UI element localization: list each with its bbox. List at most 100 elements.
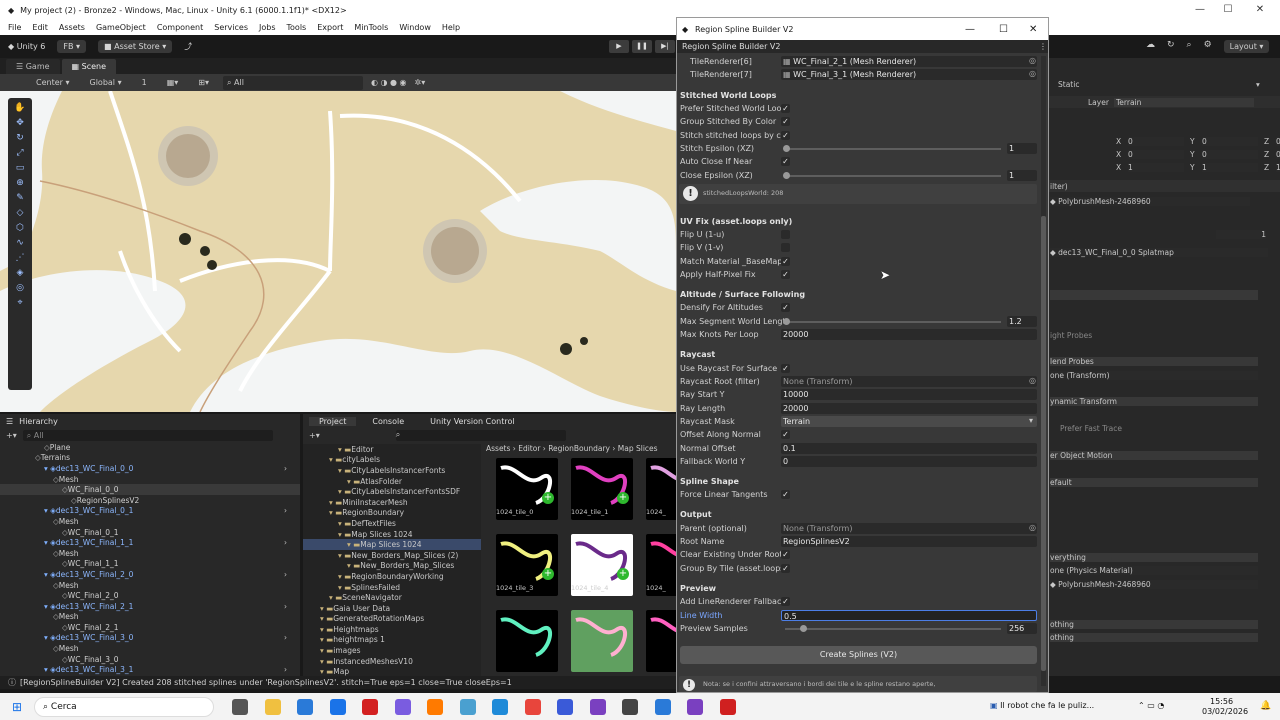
folder-item[interactable]: ▾ ▬ GeneratedRotationMaps [303, 614, 481, 625]
vector-field[interactable]: 0 [1202, 136, 1258, 146]
notes-icon[interactable] [459, 699, 476, 715]
max-segment-slider[interactable] [785, 321, 1001, 323]
hierarchy-item[interactable]: ◇ WC_Final_0_1 [0, 527, 300, 538]
object-picker-icon[interactable]: ◎ [1029, 56, 1036, 65]
slider-value[interactable]: 1 [1007, 170, 1037, 181]
physics-material-field[interactable]: one (Physics Material) [1050, 565, 1258, 575]
task-view-icon[interactable] [232, 699, 248, 715]
tile-renderer-field[interactable]: ▦ WC_Final_2_1 (Mesh Renderer) [781, 56, 1037, 67]
folder-item[interactable]: ▾ ▬ RegionBoundary [303, 508, 481, 519]
folder-item[interactable]: ▾ ▬ Editor [303, 444, 481, 455]
blend-probes-dropdown[interactable]: lend Probes [1050, 356, 1258, 366]
folder-item[interactable]: ▾ ▬ SceneNavigator [303, 592, 481, 603]
version-control-icon[interactable]: ⤴ [184, 41, 192, 52]
bell-icon[interactable]: 🔔 [1260, 701, 1271, 711]
scale-tool-icon[interactable]: ⤢ [12, 147, 28, 160]
vs-icon[interactable] [589, 699, 606, 715]
splatmap-field[interactable]: ◆ dec13_WC_Final_0_0 Splatmap [1050, 247, 1268, 257]
layers-dropdown[interactable]: verything [1050, 552, 1258, 562]
asset-thumbnail[interactable] [496, 610, 558, 672]
checkbox[interactable] [781, 230, 790, 239]
snap-icon[interactable]: ⊞▾ [192, 76, 215, 89]
folder-item[interactable]: ▾ ▬ images [303, 645, 481, 656]
chevron-right-icon[interactable]: › [284, 633, 287, 642]
menu-item-file[interactable]: File [8, 23, 21, 32]
firefox-icon[interactable] [427, 699, 443, 715]
hierarchy-item[interactable]: ◇ Mesh [0, 612, 300, 623]
folder-item[interactable]: ▾ ▬ AtlasFolder [303, 476, 481, 487]
count-field[interactable]: 1 [1216, 229, 1266, 239]
close-icon[interactable]: ✕ [1244, 0, 1276, 20]
notification-text[interactable]: ▣ Il robot che fa le puliz... [990, 701, 1094, 710]
folder-item[interactable]: ▾ ▬ MiniInstacerMesh [303, 497, 481, 508]
slider-knob[interactable] [783, 318, 790, 325]
checkbox[interactable]: ✓ [781, 430, 790, 439]
breadcrumb-item[interactable]: RegionBoundary [548, 444, 610, 453]
exclude-dropdown[interactable]: othing [1050, 632, 1258, 642]
vector-field[interactable]: 1 [1276, 162, 1280, 172]
asset-thumbnail[interactable]: +1024_tile_3 [496, 534, 558, 596]
menu-item-export[interactable]: Export [317, 23, 343, 32]
shading-icon[interactable]: ◐ ◑ ● ◉ [371, 78, 407, 87]
hierarchy-item[interactable]: ▾ ◈ dec13_WC_Final_1_1 › [0, 537, 300, 548]
hierarchy-item[interactable]: ▾ ◈ dec13_WC_Final_3_0 › [0, 633, 300, 644]
folder-item[interactable]: ▾ ▬ New_Borders_Map_Slices (2) [303, 550, 481, 561]
hierarchy-item[interactable]: ▾ ◈ dec13_WC_Final_2_0 › [0, 569, 300, 580]
menu-item-assets[interactable]: Assets [59, 23, 85, 32]
pause-button[interactable]: ❚❚ [632, 40, 652, 53]
unity-hub-icon[interactable] [622, 699, 638, 715]
hierarchy-item[interactable]: ◇ Terrains [0, 453, 300, 464]
rsb-tab[interactable]: Region Spline Builder V2 ⋮ [677, 40, 1048, 53]
hierarchy-item[interactable]: ◇ WC_Final_1_1 [0, 559, 300, 570]
rect-tool-icon[interactable]: ▭ [12, 162, 28, 175]
fallback-y-field[interactable]: 0 [781, 456, 1037, 467]
checkbox[interactable]: ✓ [781, 597, 790, 606]
hierarchy-item[interactable]: ◇ RegionSplinesV2 [0, 495, 300, 506]
transform-tool-icon[interactable]: ⊕ [12, 177, 28, 190]
chrome-icon[interactable] [524, 699, 541, 715]
scene-search-input[interactable]: ⌕ All [222, 75, 363, 90]
checkbox[interactable]: ✓ [781, 550, 790, 559]
vector-field[interactable]: 0 [1276, 136, 1280, 146]
checkbox[interactable]: ✓ [781, 131, 790, 140]
chevron-right-icon[interactable]: › [284, 464, 287, 473]
tray-icons[interactable]: ⌃ ▭ ◔ [1138, 701, 1164, 710]
checkbox[interactable]: ✓ [781, 257, 790, 266]
hierarchy-item[interactable]: ▾ ◈ dec13_WC_Final_3_1 › [0, 664, 300, 675]
normal-offset-field[interactable]: 0.1 [781, 443, 1037, 454]
slider-value[interactable]: 1 [1007, 143, 1037, 154]
folder-item[interactable]: ▾ ▬ Heightmaps [303, 624, 481, 635]
folder-item[interactable]: ▾ ▬ CityLabelsInstancerFonts [303, 465, 481, 476]
asset-thumbnail[interactable] [646, 610, 676, 672]
vector-field[interactable]: 0 [1276, 149, 1280, 159]
windows-start-icon[interactable]: ⊞ [12, 700, 22, 714]
anchor-override-field[interactable]: one (Transform) [1050, 370, 1258, 380]
visual-studio-icon[interactable] [687, 699, 703, 715]
create-splines-button[interactable]: Create Splines (V2) [680, 646, 1037, 664]
folder-item[interactable]: ▾ ▬ heightmaps 1 [303, 635, 481, 646]
hierarchy-item[interactable]: ◇ Mesh [0, 548, 300, 559]
app-icon[interactable] [557, 699, 573, 715]
account-button[interactable]: FB ▾ [57, 39, 87, 53]
project-search-input[interactable]: ⌕ [395, 429, 566, 441]
move-tool-icon[interactable]: ✥ [12, 117, 28, 130]
hierarchy-item[interactable]: ▾ ◈ dec13_WC_Final_2_1 › [0, 601, 300, 612]
menu-item-window[interactable]: Window [399, 23, 431, 32]
dynamic-dropdown[interactable]: ynamic Transform [1050, 396, 1258, 406]
hierarchy-item[interactable]: ◇ WC_Final_2_1 [0, 622, 300, 633]
step-button[interactable]: ▶| [655, 40, 675, 53]
pivot-dropdown[interactable]: Center ▾ [30, 76, 76, 89]
checkbox[interactable]: ✓ [781, 364, 790, 373]
parent-field[interactable]: None (Transform) [781, 523, 1037, 534]
mesh-field[interactable]: ◆ PolybrushMesh-2468960 [1050, 196, 1250, 206]
folder-item[interactable]: ▾ ▬ RegionBoundaryWorking [303, 571, 481, 582]
cloud-icon[interactable]: ☁ [1146, 40, 1155, 53]
root-name-field[interactable]: RegionSplinesV2 [781, 536, 1037, 547]
checkbox[interactable]: ✓ [781, 117, 790, 126]
ray-length-field[interactable]: 20000 [781, 403, 1037, 414]
add-asset-icon[interactable]: +▾ [309, 431, 320, 440]
tab-game[interactable]: ☰ Game [6, 59, 60, 74]
knot-icon[interactable]: ◈ [12, 267, 28, 280]
store-icon[interactable] [329, 699, 346, 715]
asset-store-button[interactable]: ■ Asset Store ▾ [98, 39, 173, 53]
